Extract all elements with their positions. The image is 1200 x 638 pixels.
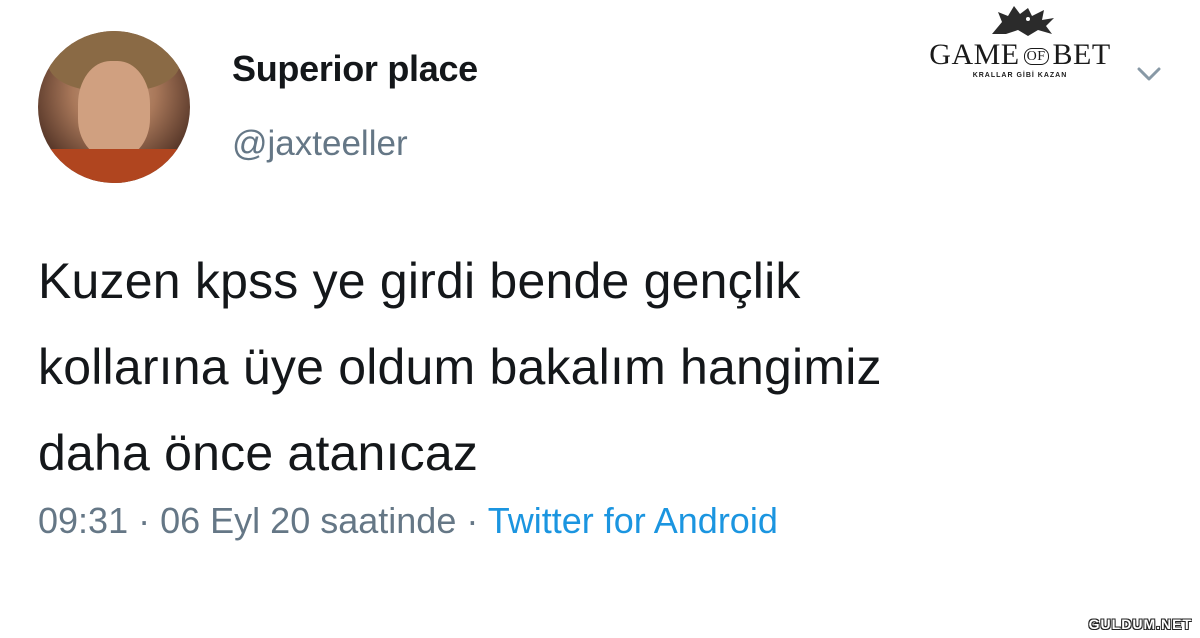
meta-separator: ·: [466, 500, 479, 541]
logo-brand-right: BET: [1052, 38, 1111, 71]
tweet-text-line: kollarına üye oldum bakalım hangimiz: [38, 339, 882, 395]
avatar[interactable]: [38, 31, 190, 183]
logo-tagline: KRALLAR GİBİ KAZAN: [972, 72, 1068, 79]
tweet-text: Kuzen kpss ye girdi bende gençlik kollar…: [38, 238, 1158, 496]
chevron-down-icon[interactable]: [1134, 58, 1164, 88]
logo-brand-left: GAME: [929, 38, 1020, 71]
tweet-card: Superior place @jaxteeller GAME OF BET KRA…: [0, 0, 1200, 638]
logo-brand-of: OF: [1023, 48, 1049, 66]
tweet-time[interactable]: 09:31: [38, 500, 128, 541]
tweet-source-link[interactable]: Twitter for Android: [488, 500, 778, 541]
display-name[interactable]: Superior place: [232, 48, 478, 90]
watermark: GULDUM.NET: [1088, 616, 1192, 632]
tweet-text-line: Kuzen kpss ye girdi bende gençlik: [38, 253, 801, 309]
wolf-head-icon: [992, 6, 1054, 36]
logo-brand: GAME OF BET: [910, 38, 1130, 72]
game-of-bet-logo: GAME OF BET KRALLAR GİBİ KAZAN: [910, 4, 1130, 84]
avatar-shirt: [38, 149, 190, 183]
avatar-face: [78, 61, 150, 157]
meta-separator: ·: [138, 500, 151, 541]
tweet-date[interactable]: 06 Eyl 20 saatinde: [160, 500, 456, 541]
tweet-text-line: daha önce atanıcaz: [38, 425, 479, 481]
tweet-meta: 09:31 · 06 Eyl 20 saatinde · Twitter for…: [38, 500, 778, 542]
user-handle[interactable]: @jaxteeller: [232, 124, 408, 164]
